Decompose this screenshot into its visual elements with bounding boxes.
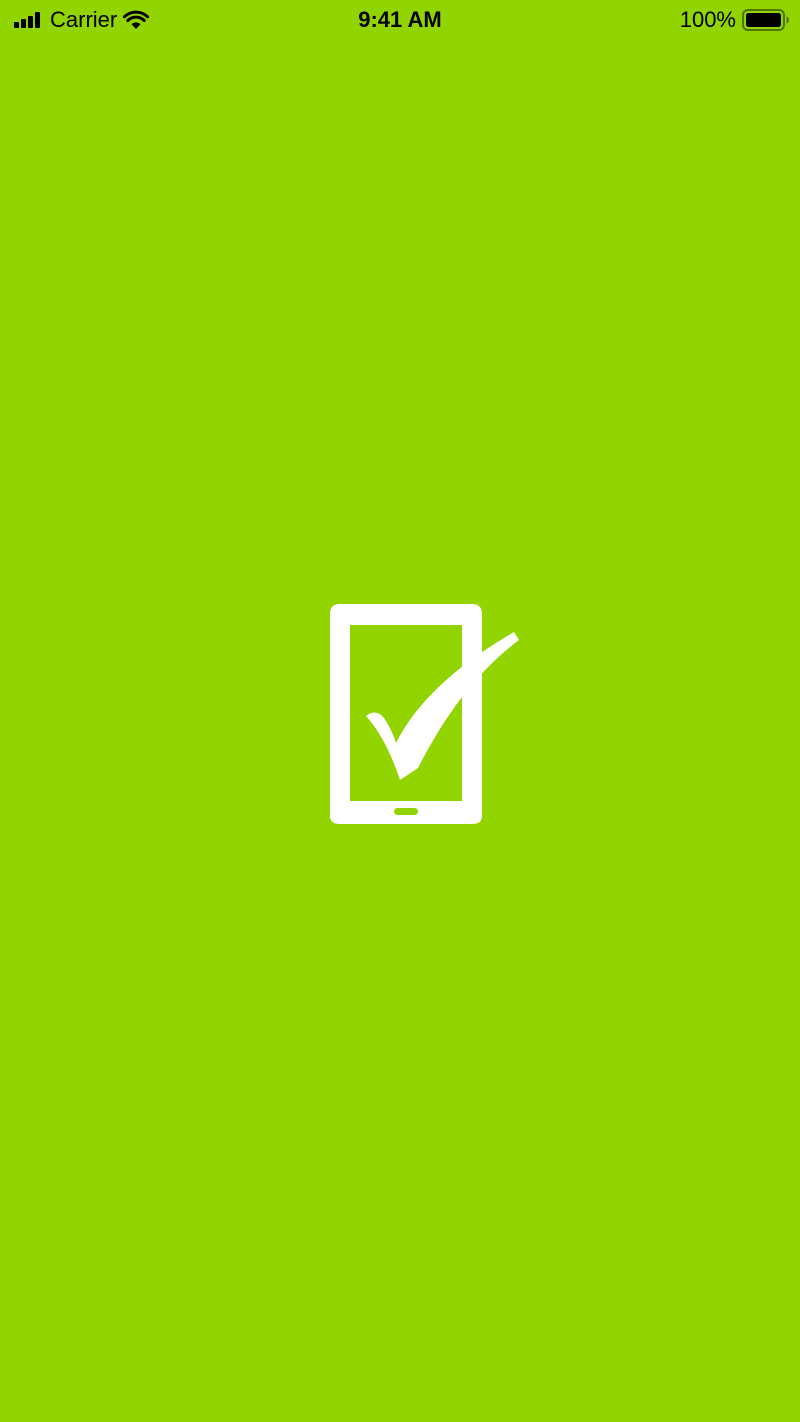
battery-percent: 100% bbox=[679, 7, 736, 32]
battery-icon bbox=[742, 9, 789, 31]
status-bar: Carrier 9:41 AM 100% bbox=[0, 0, 800, 40]
tablet-checkmark-icon bbox=[330, 604, 519, 824]
status-right: 100% bbox=[680, 7, 790, 33]
